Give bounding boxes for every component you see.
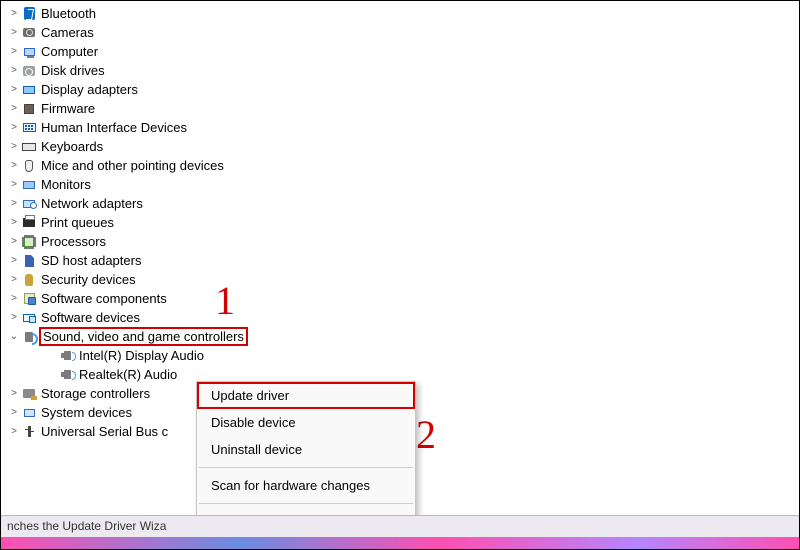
tree-item-label: Security devices	[41, 272, 136, 287]
tree-item[interactable]: > Software components	[1, 289, 799, 308]
tree-item[interactable]: > Cameras	[1, 23, 799, 42]
usb-icon	[21, 424, 37, 440]
menu-separator	[199, 503, 413, 504]
printer-icon	[21, 215, 37, 231]
tree-item[interactable]: > Software devices	[1, 308, 799, 327]
menu-scan-hardware[interactable]: Scan for hardware changes	[197, 472, 415, 499]
tree-item-label: Human Interface Devices	[41, 120, 187, 135]
tree-item[interactable]: > Print queues	[1, 213, 799, 232]
tree-item-label: Monitors	[41, 177, 91, 192]
chevron-right-icon[interactable]: >	[7, 141, 21, 152]
chevron-right-icon[interactable]: >	[7, 8, 21, 19]
tree-item[interactable]: > Network adapters	[1, 194, 799, 213]
chevron-right-icon[interactable]: >	[7, 293, 21, 304]
tree-item-label: Mice and other pointing devices	[41, 158, 224, 173]
sd-card-icon	[21, 253, 37, 269]
tree-item-label: SD host adapters	[41, 253, 141, 268]
bluetooth-icon	[21, 6, 37, 22]
tree-item-label: Software devices	[41, 310, 140, 325]
tree-item-label: Firmware	[41, 101, 95, 116]
keyboard-icon	[21, 139, 37, 155]
status-bar: nches the Update Driver Wiza	[1, 515, 799, 537]
chevron-right-icon[interactable]: >	[7, 160, 21, 171]
tree-item-label: Processors	[41, 234, 106, 249]
tree-item[interactable]: > Processors	[1, 232, 799, 251]
tree-item-label: Display adapters	[41, 82, 138, 97]
tree-item-label: Universal Serial Bus c	[41, 424, 168, 439]
security-icon	[21, 272, 37, 288]
status-text: nches the Update Driver Wiza	[7, 519, 166, 533]
chevron-right-icon[interactable]: >	[7, 217, 21, 228]
chevron-right-icon[interactable]: >	[7, 388, 21, 399]
tree-item-label: Realtek(R) Audio	[79, 367, 177, 382]
chevron-right-icon[interactable]: >	[7, 103, 21, 114]
camera-icon	[21, 25, 37, 41]
tree-item[interactable]: ⌄ Sound, video and game controllers	[1, 327, 799, 346]
menu-update-driver[interactable]: Update driver	[197, 382, 415, 409]
tree-item[interactable]: > Human Interface Devices	[1, 118, 799, 137]
tree-item-label: Cameras	[41, 25, 94, 40]
storage-icon	[21, 386, 37, 402]
chevron-right-icon[interactable]: >	[7, 274, 21, 285]
context-menu: Update driver Disable device Uninstall d…	[196, 381, 416, 536]
tree-item[interactable]: >Intel(R) Display Audio	[1, 346, 799, 365]
software-device-icon	[21, 310, 37, 326]
tree-item[interactable]: > Display adapters	[1, 80, 799, 99]
tree-item[interactable]: > Computer	[1, 42, 799, 61]
tree-item[interactable]: > Monitors	[1, 175, 799, 194]
monitor-icon	[21, 177, 37, 193]
software-component-icon	[21, 291, 37, 307]
tree-item-label: Software components	[41, 291, 167, 306]
chevron-down-icon[interactable]: ⌄	[7, 331, 21, 342]
chevron-right-icon[interactable]: >	[7, 122, 21, 133]
tree-item[interactable]: > Disk drives	[1, 61, 799, 80]
processor-icon	[21, 234, 37, 250]
display-adapter-icon	[21, 82, 37, 98]
computer-icon	[21, 44, 37, 60]
tree-item-label: Print queues	[41, 215, 114, 230]
chevron-right-icon[interactable]: >	[7, 255, 21, 266]
tree-item[interactable]: > Keyboards	[1, 137, 799, 156]
taskbar-strip	[1, 537, 799, 549]
device-tree: >Bluetooth>Cameras>Computer>Disk drives>…	[1, 1, 799, 441]
tree-item[interactable]: > Bluetooth	[1, 4, 799, 23]
tree-item-label: Intel(R) Display Audio	[79, 348, 204, 363]
speaker-icon	[59, 367, 75, 383]
chevron-right-icon[interactable]: >	[7, 236, 21, 247]
tree-item[interactable]: > SD host adapters	[1, 251, 799, 270]
tree-item-label: Disk drives	[41, 63, 105, 78]
disk-icon	[21, 63, 37, 79]
tree-item-label: Network adapters	[41, 196, 143, 211]
network-adapter-icon	[21, 196, 37, 212]
chevron-right-icon[interactable]: >	[7, 27, 21, 38]
chevron-right-icon[interactable]: >	[7, 65, 21, 76]
speaker-icon	[59, 348, 75, 364]
chevron-right-icon[interactable]: >	[7, 426, 21, 437]
firmware-icon	[21, 101, 37, 117]
tree-item[interactable]: > Firmware	[1, 99, 799, 118]
tree-item-label: System devices	[41, 405, 132, 420]
menu-separator	[199, 467, 413, 468]
hid-icon	[21, 120, 37, 136]
tree-item-label: Computer	[41, 44, 98, 59]
mouse-icon	[21, 158, 37, 174]
chevron-right-icon[interactable]: >	[7, 407, 21, 418]
chevron-right-icon[interactable]: >	[7, 179, 21, 190]
chevron-right-icon[interactable]: >	[7, 312, 21, 323]
tree-item-label: Keyboards	[41, 139, 103, 154]
system-device-icon	[21, 405, 37, 421]
tree-item-label: Bluetooth	[41, 6, 96, 21]
tree-item[interactable]: > Mice and other pointing devices	[1, 156, 799, 175]
menu-disable-device[interactable]: Disable device	[197, 409, 415, 436]
tree-item-label: Sound, video and game controllers	[39, 327, 248, 346]
tree-item[interactable]: > Security devices	[1, 270, 799, 289]
tree-item-label: Storage controllers	[41, 386, 150, 401]
chevron-right-icon[interactable]: >	[7, 46, 21, 57]
chevron-right-icon[interactable]: >	[7, 84, 21, 95]
menu-uninstall-device[interactable]: Uninstall device	[197, 436, 415, 463]
sound-icon	[21, 329, 37, 345]
chevron-right-icon[interactable]: >	[7, 198, 21, 209]
